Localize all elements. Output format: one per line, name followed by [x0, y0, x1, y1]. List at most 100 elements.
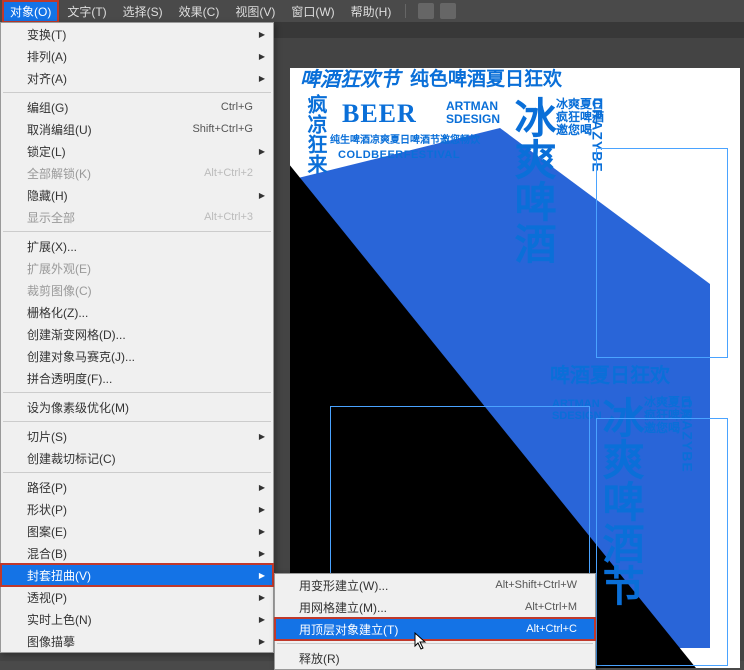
submenu-item[interactable]: 用网格建立(M)... Alt+Ctrl+M [275, 596, 595, 618]
menu-item-label: 图像描摹 [27, 633, 75, 650]
menu-item[interactable]: 设为像素级优化(M) [1, 396, 273, 418]
menu-bar: 对象(O)文字(T)选择(S)效果(C)视图(V)窗口(W)帮助(H) [0, 0, 744, 22]
menu-item: 全部解锁(K) Alt+Ctrl+2 [1, 162, 273, 184]
menu-item[interactable]: 混合(B) [1, 542, 273, 564]
menu-item-label: 栅格化(Z)... [27, 304, 88, 321]
menu-item[interactable]: 取消编组(U) Shift+Ctrl+G [1, 118, 273, 140]
menu-item-label: 裁剪图像(C) [27, 282, 92, 299]
menu-窗口(W)[interactable]: 窗口(W) [283, 0, 342, 23]
menu-item-label: 锁定(L) [27, 143, 66, 160]
menu-item[interactable]: 封套扭曲(V) [1, 564, 273, 586]
menu-item-label: 编组(G) [27, 99, 68, 116]
art-text-copy2-title: 啤酒夏日狂欢 [550, 366, 670, 387]
menu-item[interactable]: 锁定(L) [1, 140, 273, 162]
menu-item[interactable]: 路径(P) [1, 476, 273, 498]
menu-item[interactable]: 切片(S) [1, 425, 273, 447]
menu-item-label: 释放(R) [299, 650, 340, 667]
menu-separator [3, 231, 271, 232]
menu-item[interactable]: 编组(G) Ctrl+G [1, 96, 273, 118]
menu-item-label: 变换(T) [27, 26, 66, 43]
menu-item[interactable]: 隐藏(H) [1, 184, 273, 206]
menu-item[interactable]: 对齐(A) [1, 67, 273, 89]
menu-对象(O)[interactable]: 对象(O) [2, 0, 59, 23]
menu-item-label: 用网格建立(M)... [299, 599, 387, 616]
object-menu-dropdown: 变换(T) 排列(A) 对齐(A) 编组(G) Ctrl+G 取消编组(U) Shift+C… [0, 22, 274, 653]
menu-item: 显示全部 Alt+Ctrl+3 [1, 206, 273, 228]
menu-item-label: 创建裁切标记(C) [27, 450, 116, 467]
menu-item[interactable]: 图案(E) [1, 520, 273, 542]
art-text-line-small: 纯生啤酒凉爽夏日啤酒节邀您畅饮 [330, 136, 480, 147]
art-text-title-italic: 啤酒狂欢节 [300, 70, 400, 91]
menu-separator [3, 472, 271, 473]
menu-item-label: 排列(A) [27, 48, 67, 65]
menu-item[interactable]: 创建渐变网格(D)... [1, 323, 273, 345]
menu-item-label: 用变形建立(W)... [299, 577, 388, 594]
menu-shortcut: Alt+Ctrl+3 [204, 211, 253, 223]
menu-separator [3, 392, 271, 393]
menu-shortcut: Alt+Ctrl+2 [204, 167, 253, 179]
menu-效果(C)[interactable]: 效果(C) [171, 0, 228, 23]
menu-item[interactable]: 排列(A) [1, 45, 273, 67]
envelope-distort-submenu: 用变形建立(W)... Alt+Shift+Ctrl+W 用网格建立(M)... Al… [274, 573, 596, 670]
submenu-item[interactable]: 用顶层对象建立(T) Alt+Ctrl+C [275, 618, 595, 640]
art-text-subtitle: 纯色啤酒夏日狂欢 [410, 70, 562, 90]
menu-item-label: 全部解锁(K) [27, 165, 91, 182]
menu-选择(S)[interactable]: 选择(S) [115, 0, 171, 23]
menu-shortcut: Ctrl+G [221, 101, 253, 113]
art-text-vertical-left: 疯凉狂来 [304, 94, 325, 174]
menu-item[interactable]: 透视(P) [1, 586, 273, 608]
menu-shortcut: Alt+Ctrl+M [525, 601, 577, 613]
menu-item[interactable]: 变换(T) [1, 23, 273, 45]
menu-item[interactable]: 图像描摹 [1, 630, 273, 652]
menu-item[interactable]: 形状(P) [1, 498, 273, 520]
submenu-item[interactable]: 用变形建立(W)... Alt+Shift+Ctrl+W [275, 574, 595, 596]
menu-item-label: 创建渐变网格(D)... [27, 326, 126, 343]
menu-item-label: 创建对象马赛克(J)... [27, 348, 135, 365]
art-text-beer: BEER [342, 100, 417, 127]
menu-文字(T)[interactable]: 文字(T) [59, 0, 114, 23]
menu-item-label: 图案(E) [27, 523, 67, 540]
menu-item-label: 用顶层对象建立(T) [299, 621, 398, 638]
menu-item[interactable]: 栅格化(Z)... [1, 301, 273, 323]
menu-item-label: 扩展(X)... [27, 238, 77, 255]
menu-item-label: 扩展外观(E) [27, 260, 91, 277]
art-text-coldbeer: COLDBEERFESTIVAL [338, 150, 460, 162]
menu-shortcut: Shift+Ctrl+G [192, 123, 253, 135]
submenu-item: 释放(R) [275, 647, 595, 669]
menu-item-label: 实时上色(N) [27, 611, 92, 628]
menu-item-label: 设为像素级优化(M) [27, 399, 129, 416]
menu-item[interactable]: 创建裁切标记(C) [1, 447, 273, 469]
menu-item-label: 显示全部 [27, 209, 75, 226]
selection-box [596, 148, 728, 358]
menu-item-label: 形状(P) [27, 501, 67, 518]
menu-separator [3, 92, 271, 93]
selection-box [596, 418, 728, 666]
art-text-big-vert: 冰爽啤酒 [510, 96, 554, 264]
menu-separator [277, 643, 593, 644]
menu-divider [405, 4, 406, 18]
menu-item-label: 透视(P) [27, 589, 67, 606]
menu-item[interactable]: 实时上色(N) [1, 608, 273, 630]
menu-item-label: 混合(B) [27, 545, 67, 562]
menu-item[interactable]: 扩展(X)... [1, 235, 273, 257]
menu-item-label: 封套扭曲(V) [27, 567, 91, 584]
menu-帮助(H)[interactable]: 帮助(H) [343, 0, 400, 23]
menu-item-label: 对齐(A) [27, 70, 67, 87]
toolbar-icon[interactable] [418, 3, 434, 19]
menu-item-label: 隐藏(H) [27, 187, 68, 204]
menu-item[interactable]: 创建对象马赛克(J)... [1, 345, 273, 367]
menu-item-label: 取消编组(U) [27, 121, 92, 138]
toolbar-icons [418, 3, 456, 19]
menu-item-label: 切片(S) [27, 428, 67, 445]
menu-item[interactable]: 拼合透明度(F)... [1, 367, 273, 389]
menu-视图(V)[interactable]: 视图(V) [227, 0, 283, 23]
menu-item: 裁剪图像(C) [1, 279, 273, 301]
menu-shortcut: Alt+Ctrl+C [526, 623, 577, 635]
menu-item-label: 路径(P) [27, 479, 67, 496]
menu-shortcut: Alt+Shift+Ctrl+W [495, 579, 577, 591]
menu-item: 扩展外观(E) [1, 257, 273, 279]
toolbar-icon[interactable] [440, 3, 456, 19]
menu-item-label: 拼合透明度(F)... [27, 370, 112, 387]
menu-separator [3, 421, 271, 422]
art-text-artman: ARTMAN SDESIGN [446, 100, 500, 126]
